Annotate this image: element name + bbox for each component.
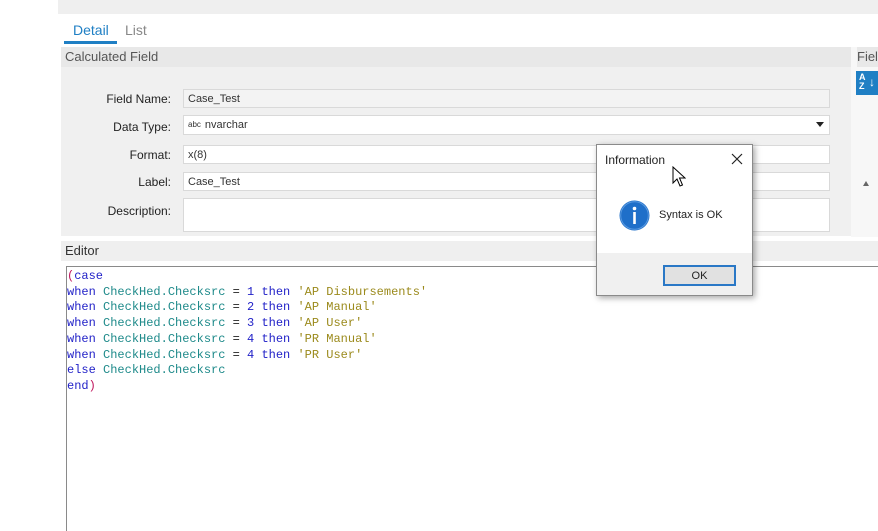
code-token: then	[254, 347, 298, 362]
mouse-pointer-icon	[672, 165, 687, 191]
code-token: =	[225, 316, 248, 331]
code-token: CheckHed.Checksrc	[103, 316, 226, 331]
code-line: when CheckHed.Checksrc = 3 then 'AP User…	[67, 316, 362, 331]
tab-list[interactable]: List	[125, 22, 147, 38]
field-name-value: Case_Test	[188, 93, 240, 105]
data-type-value: nvarchar	[204, 119, 248, 131]
top-strip	[0, 0, 878, 14]
code-line: when CheckHed.Checksrc = 2 then 'AP Manu…	[67, 300, 377, 315]
code-token: when	[67, 316, 104, 331]
code-token: then	[254, 300, 298, 315]
data-type-label: Data Type:	[113, 120, 171, 134]
code-token: 'AP Disbursements'	[297, 284, 428, 299]
field-name-input[interactable]: Case_Test	[183, 89, 830, 108]
dialog-title: Information	[605, 153, 666, 167]
code-line: (case	[67, 269, 103, 284]
dialog-message: Syntax is OK	[659, 209, 723, 221]
editor-header: Editor	[61, 241, 878, 261]
chevron-down-icon[interactable]	[816, 122, 824, 127]
code-token: then	[254, 284, 298, 299]
code-line: when CheckHed.Checksrc = 4 then 'PR User…	[67, 348, 362, 363]
dialog-footer: OK	[597, 253, 752, 295]
code-token: case	[74, 269, 104, 283]
code-token: when	[67, 300, 104, 315]
code-token: 'PR User'	[297, 347, 363, 362]
abc-type-icon: abc	[188, 120, 201, 129]
calculated-field-header: Calculated Field	[61, 47, 851, 67]
sort-az-icon[interactable]: AZ ↓	[856, 71, 878, 95]
sort-arrow-icon: ↓	[869, 75, 875, 89]
code-token: CheckHed.Checksrc	[103, 300, 226, 315]
collapse-triangle-icon[interactable]	[863, 181, 869, 186]
field-name-label: Field Name:	[106, 92, 171, 106]
label-value: Case_Test	[188, 176, 240, 188]
description-label: Description:	[107, 204, 171, 218]
code-token: then	[254, 316, 298, 331]
code-token: when	[67, 284, 104, 299]
calculated-field-title: Calculated Field	[65, 49, 159, 64]
code-token: when	[67, 347, 104, 362]
code-token: CheckHed.Checksrc	[103, 347, 226, 362]
code-line: when CheckHed.Checksrc = 4 then 'PR Manu…	[67, 332, 377, 347]
ok-button[interactable]: OK	[663, 265, 736, 286]
tab-detail[interactable]: Detail	[73, 22, 109, 38]
format-label: Format:	[129, 148, 171, 162]
code-token: 'AP User'	[297, 316, 363, 331]
code-token: =	[225, 300, 248, 315]
code-token: 'AP Manual'	[297, 300, 377, 315]
code-line: end)	[67, 379, 96, 394]
fields-panel-header: Fiel	[857, 47, 878, 67]
code-token: CheckHed.Checksrc	[103, 284, 226, 299]
code-token: =	[225, 331, 248, 346]
close-icon[interactable]	[730, 152, 744, 166]
code-token: 'PR Manual'	[297, 331, 377, 346]
code-token: when	[67, 331, 104, 346]
code-token: else	[67, 363, 104, 378]
code-line: when CheckHed.Checksrc = 1 then 'AP Disb…	[67, 285, 427, 300]
code-token: CheckHed.Checksrc	[103, 331, 226, 346]
sort-az-letters: AZ	[859, 72, 866, 91]
fields-panel-title: Fiel	[857, 49, 878, 64]
active-tab-indicator	[64, 41, 117, 44]
code-token: end	[67, 378, 89, 393]
info-icon	[619, 200, 650, 231]
code-line: else CheckHed.Checksrc	[67, 363, 225, 378]
format-value: x(8)	[188, 149, 207, 161]
code-editor[interactable]: (case when CheckHed.Checksrc = 1 then 'AP…	[66, 266, 878, 531]
label-label: Label:	[138, 175, 171, 189]
editor-title: Editor	[65, 243, 99, 258]
code-token: =	[225, 284, 248, 299]
code-token: )	[88, 378, 96, 393]
code-token: then	[254, 331, 298, 346]
code-token: CheckHed.Checksrc	[103, 363, 226, 378]
data-type-select[interactable]: abc nvarchar	[183, 115, 830, 135]
code-token: =	[225, 347, 248, 362]
top-strip-gap	[0, 0, 58, 14]
